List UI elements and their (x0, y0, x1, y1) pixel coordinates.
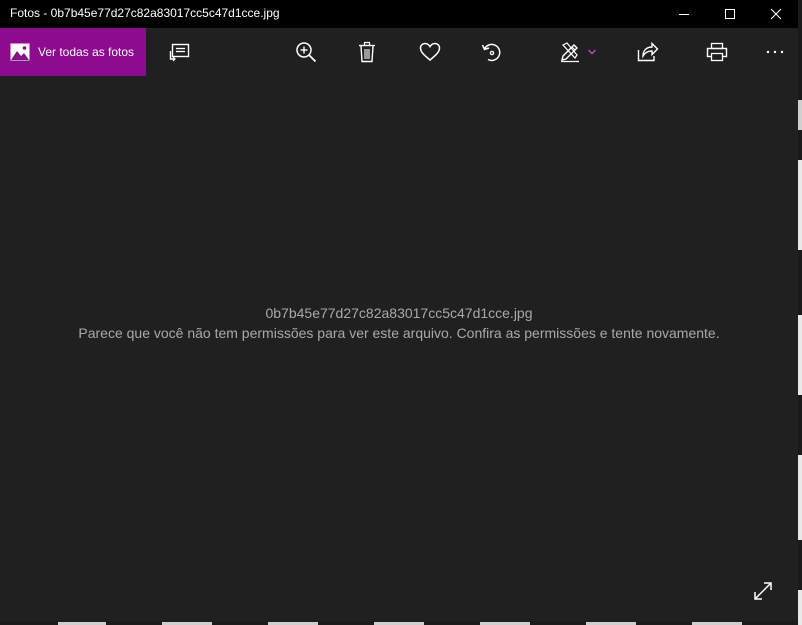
fullscreen-icon (754, 582, 772, 600)
chevron-down-icon (587, 49, 597, 55)
rotate-icon (481, 43, 501, 62)
see-all-photos-button[interactable]: Ver todas as fotos (0, 28, 146, 76)
photo-gallery-icon (10, 43, 30, 61)
edit-create-button[interactable] (552, 28, 604, 76)
print-icon (706, 42, 728, 62)
file-name-text: 0b7b45e77d27c82a83017cc5c47d1cce.jpg (265, 305, 533, 321)
photos-window: Fotos - 0b7b45e77d27c82a83017cc5c47d1cce… (0, 0, 798, 625)
toolbar: Ver todas as fotos (0, 28, 798, 76)
permission-error-message: Parece que você não tem permissões para … (78, 325, 720, 341)
background-window-edge (798, 0, 802, 625)
see-all-photos-label: Ver todas as fotos (38, 45, 135, 59)
photo-viewer-area: 0b7b45e77d27c82a83017cc5c47d1cce.jpg Par… (0, 76, 798, 621)
title-bar: Fotos - 0b7b45e77d27c82a83017cc5c47d1cce… (0, 0, 798, 28)
slideshow-icon (169, 43, 190, 62)
fullscreen-button[interactable] (746, 574, 780, 608)
minimize-button[interactable] (661, 0, 707, 28)
close-button[interactable] (753, 0, 799, 28)
share-button[interactable] (628, 28, 668, 76)
minimize-icon (679, 14, 689, 15)
delete-button[interactable] (347, 28, 387, 76)
background-taskbar-edge (0, 621, 798, 625)
zoom-in-button[interactable] (286, 28, 326, 76)
rotate-button[interactable] (472, 28, 512, 76)
zoom-in-icon (296, 42, 317, 63)
share-icon (637, 42, 659, 62)
close-icon (770, 8, 782, 20)
more-icon (766, 50, 784, 54)
maximize-button[interactable] (707, 0, 753, 28)
maximize-icon (725, 9, 735, 19)
heart-icon (419, 42, 441, 61)
print-button[interactable] (697, 28, 737, 76)
more-button[interactable] (755, 28, 795, 76)
favorite-button[interactable] (410, 28, 450, 76)
slideshow-button[interactable] (160, 28, 200, 76)
delete-icon (359, 41, 375, 63)
edit-draw-icon (561, 42, 579, 63)
window-title: Fotos - 0b7b45e77d27c82a83017cc5c47d1cce… (10, 6, 280, 20)
